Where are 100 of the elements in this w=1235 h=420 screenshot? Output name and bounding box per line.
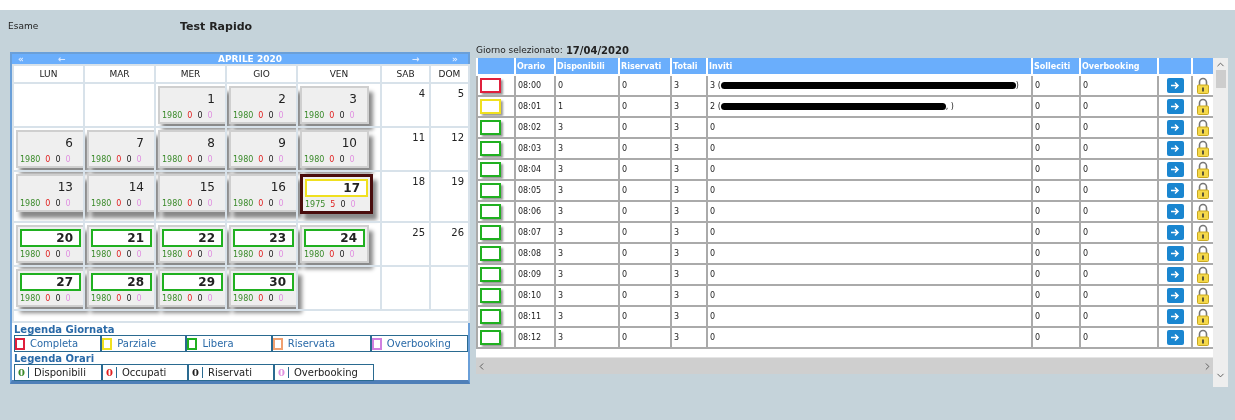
day-card[interactable]: 13 1980 0 0 0	[16, 174, 85, 212]
slot-count: 0	[55, 294, 61, 303]
slot-count: 0	[197, 294, 203, 303]
padlock-icon[interactable]	[1197, 119, 1209, 136]
calendar-day: 12	[433, 130, 466, 145]
vertical-scrollbar[interactable]	[1213, 58, 1228, 387]
go-button[interactable]	[1166, 78, 1184, 93]
day-card[interactable]: 30 1980 0 0 0	[229, 269, 298, 307]
table-cell: 08:04	[515, 159, 555, 180]
day-card[interactable]: 9 1980 0 0 0	[229, 130, 298, 168]
padlock-icon[interactable]	[1197, 287, 1209, 304]
padlock-icon[interactable]	[1197, 224, 1209, 241]
padlock-icon[interactable]	[1197, 140, 1209, 157]
day-number: 15	[198, 179, 216, 196]
go-button[interactable]	[1166, 246, 1184, 261]
slot-count: 0	[65, 199, 71, 208]
slot-count: 0	[197, 250, 203, 259]
go-button[interactable]	[1166, 309, 1184, 324]
slot-count: 0	[187, 294, 193, 303]
table-cell: 3	[671, 159, 707, 180]
weekday-header: SAB	[381, 65, 430, 83]
day-number: 13	[56, 179, 74, 196]
go-button[interactable]	[1166, 120, 1184, 135]
slot-count: 1980	[20, 294, 41, 303]
table-cell: 3	[671, 306, 707, 327]
day-card[interactable]: 16 1980 0 0 0	[229, 174, 298, 212]
table-cell: 3	[671, 222, 707, 243]
slot-count: 0	[55, 199, 61, 208]
slot-count: 1980	[162, 111, 183, 120]
padlock-icon[interactable]	[1197, 308, 1209, 325]
go-button[interactable]	[1166, 288, 1184, 303]
day-card[interactable]: 2 1980 0 0 0	[229, 86, 298, 124]
go-button[interactable]	[1166, 141, 1184, 156]
slot-count: 1980	[91, 199, 112, 208]
horizontal-scrollbar[interactable]	[476, 357, 1213, 374]
day-card[interactable]: 10 1980 0 0 0	[300, 130, 369, 168]
day-number: 28	[91, 273, 152, 291]
legend-label: Parziale	[117, 338, 157, 349]
table-cell: 0	[619, 327, 671, 348]
padlock-icon[interactable]	[1197, 98, 1209, 115]
slot-count: 1980	[20, 250, 41, 259]
day-number: 10	[340, 135, 358, 152]
padlock-icon[interactable]	[1197, 329, 1209, 346]
go-button[interactable]	[1166, 204, 1184, 219]
day-card[interactable]: 15 1980 0 0 0	[158, 174, 227, 212]
go-button[interactable]	[1166, 162, 1184, 177]
padlock-icon[interactable]	[1197, 245, 1209, 262]
table-cell: 0	[619, 243, 671, 264]
day-card[interactable]: 27 1980 0 0 0	[16, 269, 85, 307]
slot-count: 0	[197, 199, 203, 208]
slot-count: 0	[339, 155, 345, 164]
slot-count: 1980	[233, 294, 254, 303]
selected-day-label: Giorno selezionato:	[476, 45, 563, 55]
day-card[interactable]: 7 1980 0 0 0	[87, 130, 156, 168]
day-card[interactable]: 23 1980 0 0 0	[229, 225, 298, 263]
table-cell: 08:01	[515, 96, 555, 117]
slot-count: 0	[116, 199, 122, 208]
arrow-right-icon	[1170, 249, 1180, 258]
table-cell: 0	[1032, 180, 1080, 201]
go-button[interactable]	[1166, 330, 1184, 345]
table-cell: 3	[671, 96, 707, 117]
day-card[interactable]: 3 1980 0 0 0	[300, 86, 369, 124]
calendar-day: 4	[384, 86, 427, 101]
day-card[interactable]: 29 1980 0 0 0	[158, 269, 227, 307]
go-button[interactable]	[1166, 225, 1184, 240]
day-card[interactable]: 20 1980 0 0 0	[16, 225, 85, 263]
day-card[interactable]: 22 1980 0 0 0	[158, 225, 227, 263]
day-card[interactable]: 6 1980 0 0 0	[16, 130, 85, 168]
padlock-icon[interactable]	[1197, 203, 1209, 220]
day-card[interactable]: 17 1975 5 0 0	[300, 174, 373, 214]
padlock-icon[interactable]	[1197, 182, 1209, 199]
arrow-right-icon	[1170, 270, 1180, 279]
go-button[interactable]	[1166, 183, 1184, 198]
day-number: 3	[348, 91, 358, 108]
padlock-icon[interactable]	[1197, 77, 1209, 94]
day-card[interactable]: 24 1980 0 0 0	[300, 225, 369, 263]
padlock-icon[interactable]	[1197, 161, 1209, 178]
go-button[interactable]	[1166, 267, 1184, 282]
day-number: 8	[206, 135, 216, 152]
table-cell: 0	[619, 117, 671, 138]
go-button[interactable]	[1166, 99, 1184, 114]
table-cell: 08:03	[515, 138, 555, 159]
slot-count: 0	[349, 155, 355, 164]
table-cell: 0	[1080, 159, 1158, 180]
legend-label: Disponibili	[33, 367, 86, 378]
table-cell: 3	[555, 222, 619, 243]
day-card[interactable]: 14 1980 0 0 0	[87, 174, 156, 212]
day-card[interactable]: 21 1980 0 0 0	[87, 225, 156, 263]
invites-count: 0	[710, 312, 716, 321]
day-card[interactable]: 28 1980 0 0 0	[87, 269, 156, 307]
slot-count: 1980	[304, 155, 325, 164]
slot-count: 0	[349, 111, 355, 120]
slot-count: 0	[197, 111, 203, 120]
day-card[interactable]: 1 1980 0 0 0	[158, 86, 227, 124]
day-card[interactable]: 8 1980 0 0 0	[158, 130, 227, 168]
table-cell: 0	[555, 75, 619, 96]
weekday-header: MER	[155, 65, 226, 83]
slot-count: 1980	[304, 111, 325, 120]
padlock-icon[interactable]	[1197, 266, 1209, 283]
scroll-thumb[interactable]	[1215, 70, 1226, 88]
